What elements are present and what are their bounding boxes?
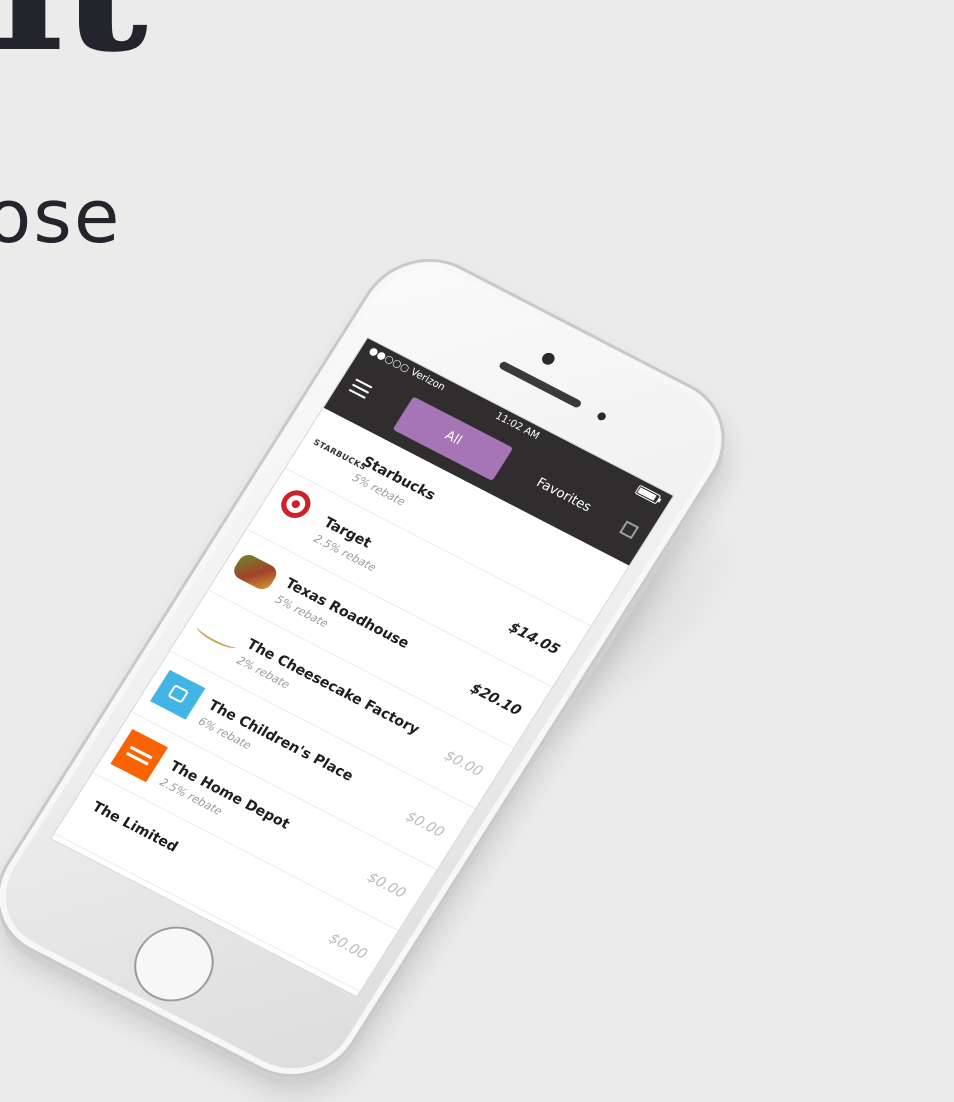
- merchant-amount: $14.05: [505, 619, 563, 659]
- earpiece-speaker: [497, 360, 583, 409]
- background-headline-fragment: it: [0, 0, 148, 78]
- merchant-amount: $0.00: [364, 869, 409, 902]
- starbucks-logo: STARBUCKS: [311, 437, 369, 473]
- clock-label: 11:02 AM: [492, 410, 542, 443]
- childrens-place-logo: [150, 669, 206, 720]
- proximity-sensor-icon: [595, 411, 608, 422]
- phone-screen: ●●○○○ Verizon 11:02 AM All Favorites STA…: [50, 336, 675, 998]
- carrier-label: ●●○○○ Verizon: [366, 345, 448, 394]
- merchant-amount: $0.00: [325, 930, 371, 963]
- target-logo: [275, 485, 316, 523]
- barcode-scan-icon[interactable]: [619, 520, 640, 540]
- texas-roadhouse-logo: [230, 551, 281, 593]
- merchant-amount: $0.00: [402, 808, 448, 841]
- merchant-amount: $20.10: [467, 680, 525, 720]
- home-depot-logo: [110, 729, 169, 783]
- background-subline-fragment: ose: [0, 174, 122, 260]
- front-camera-icon: [539, 350, 557, 367]
- hamburger-menu-icon[interactable]: [348, 378, 373, 399]
- home-button[interactable]: [119, 913, 229, 1015]
- merchant-amount: $0.00: [441, 747, 486, 781]
- battery-icon: [634, 484, 662, 505]
- cheesecake-factory-logo: [194, 621, 240, 652]
